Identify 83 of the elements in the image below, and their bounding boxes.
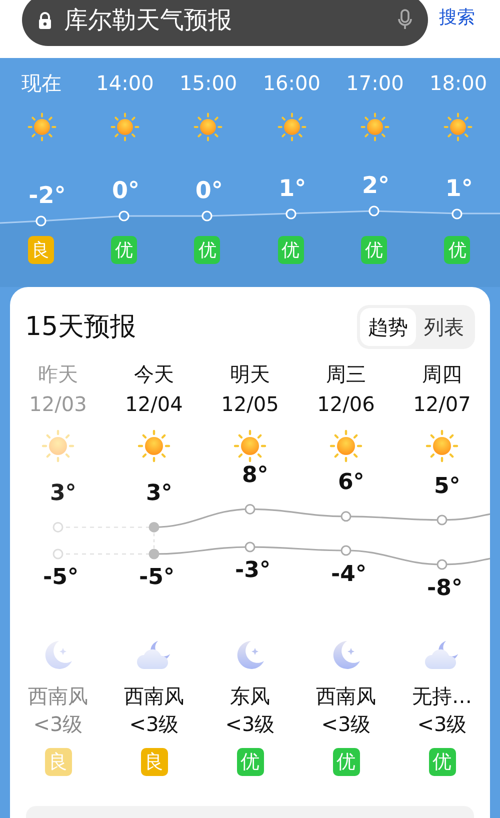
hour-label: 18:00 bbox=[429, 70, 488, 97]
microphone-icon[interactable] bbox=[398, 9, 412, 31]
wind-level: <3级 bbox=[417, 711, 467, 738]
day-label: 今天 bbox=[134, 361, 174, 388]
sun-icon bbox=[360, 112, 390, 142]
air-quality-badge: 良 bbox=[44, 748, 72, 776]
air-quality-badge: 优 bbox=[428, 748, 456, 776]
search-query: 库尔勒天气预报 bbox=[64, 5, 233, 36]
wind-level: <3级 bbox=[225, 711, 275, 738]
wind-direction: 无持… bbox=[412, 683, 472, 710]
hour-temperature: 1° bbox=[278, 178, 306, 200]
hour-label: 现在 bbox=[22, 70, 62, 97]
air-quality-badge: 良 bbox=[140, 748, 168, 776]
hour-label: 14:00 bbox=[96, 70, 154, 97]
wind-direction: 东风 bbox=[230, 683, 270, 710]
high-temperature: 3° bbox=[146, 483, 172, 506]
low-temperature: -8° bbox=[427, 578, 462, 600]
hour-temperature: -2° bbox=[28, 185, 66, 208]
sun-icon bbox=[425, 429, 459, 463]
low-temperature: -3° bbox=[235, 560, 270, 582]
wind-direction: 西南风 bbox=[316, 683, 376, 710]
air-quality-badge: 优 bbox=[361, 236, 387, 264]
wind-direction: 西南风 bbox=[124, 683, 184, 710]
date-label: 12/07 bbox=[413, 391, 471, 418]
moon-icon bbox=[235, 639, 265, 671]
view-tab[interactable]: 趋势 bbox=[360, 308, 416, 346]
search-button[interactable]: 搜索 bbox=[439, 4, 475, 31]
hour-label: 16:00 bbox=[262, 70, 320, 97]
hour-label: 15:00 bbox=[180, 70, 238, 97]
high-temperature: 8° bbox=[242, 465, 268, 488]
day-label: 明天 bbox=[230, 361, 270, 388]
wind-level: <3级 bbox=[321, 711, 371, 738]
temperature-point bbox=[284, 208, 297, 220]
cloud-moon-icon bbox=[136, 639, 172, 671]
air-quality-badge: 优 bbox=[278, 236, 304, 264]
air-quality-badge: 优 bbox=[236, 748, 264, 776]
temperature-point bbox=[118, 210, 130, 222]
hour-temperature: 2° bbox=[362, 175, 390, 198]
temperature-point bbox=[451, 208, 464, 220]
moon-icon bbox=[43, 639, 73, 671]
temperature-point bbox=[368, 205, 380, 217]
hour-temperature: 0° bbox=[112, 180, 140, 203]
low-temperature: -4° bbox=[331, 564, 366, 586]
sun-icon bbox=[26, 112, 57, 142]
sun-icon bbox=[329, 429, 363, 463]
sun-icon bbox=[233, 429, 267, 463]
sun-icon bbox=[193, 112, 224, 142]
wind-level: <3级 bbox=[129, 711, 179, 738]
day-label: 周三 bbox=[326, 361, 366, 388]
wind-direction: 西南风 bbox=[28, 683, 88, 710]
sun-icon bbox=[276, 112, 307, 142]
temperature-point bbox=[34, 215, 47, 227]
air-quality-badge: 优 bbox=[444, 236, 470, 264]
sun-icon bbox=[41, 429, 75, 463]
view-tab[interactable]: 列表 bbox=[416, 308, 472, 346]
air-quality-badge: 优 bbox=[111, 236, 137, 264]
high-temperature: 6° bbox=[338, 472, 364, 494]
day-label: 周四 bbox=[422, 361, 462, 388]
day-label: 昨天 bbox=[38, 361, 78, 388]
sun-icon bbox=[443, 112, 474, 142]
forecast-title: 15天预报 bbox=[25, 310, 136, 344]
high-temperature: 3° bbox=[50, 483, 76, 506]
sun-icon bbox=[110, 112, 140, 142]
hour-temperature: 0° bbox=[195, 180, 223, 203]
air-quality-badge: 优 bbox=[194, 236, 220, 264]
date-label: 12/06 bbox=[317, 391, 375, 418]
hour-temperature: 1° bbox=[445, 178, 473, 200]
low-temperature: -5° bbox=[43, 567, 78, 589]
high-temperature: 5° bbox=[434, 476, 460, 498]
date-label: 12/04 bbox=[125, 391, 183, 418]
wind-level: <3级 bbox=[33, 711, 83, 738]
temperature-point bbox=[201, 210, 214, 222]
sun-icon bbox=[137, 429, 171, 463]
cloud-moon-icon bbox=[424, 639, 460, 671]
lock-icon bbox=[38, 12, 52, 28]
low-temperature: -5° bbox=[139, 567, 174, 589]
date-label: 12/03 bbox=[29, 391, 87, 418]
air-quality-badge: 优 bbox=[332, 748, 360, 776]
moon-icon bbox=[331, 639, 361, 671]
air-quality-badge: 良 bbox=[28, 236, 54, 264]
date-label: 12/05 bbox=[221, 391, 279, 418]
search-field[interactable]: 库尔勒天气预报 bbox=[22, 0, 428, 46]
hour-label: 17:00 bbox=[346, 70, 404, 97]
